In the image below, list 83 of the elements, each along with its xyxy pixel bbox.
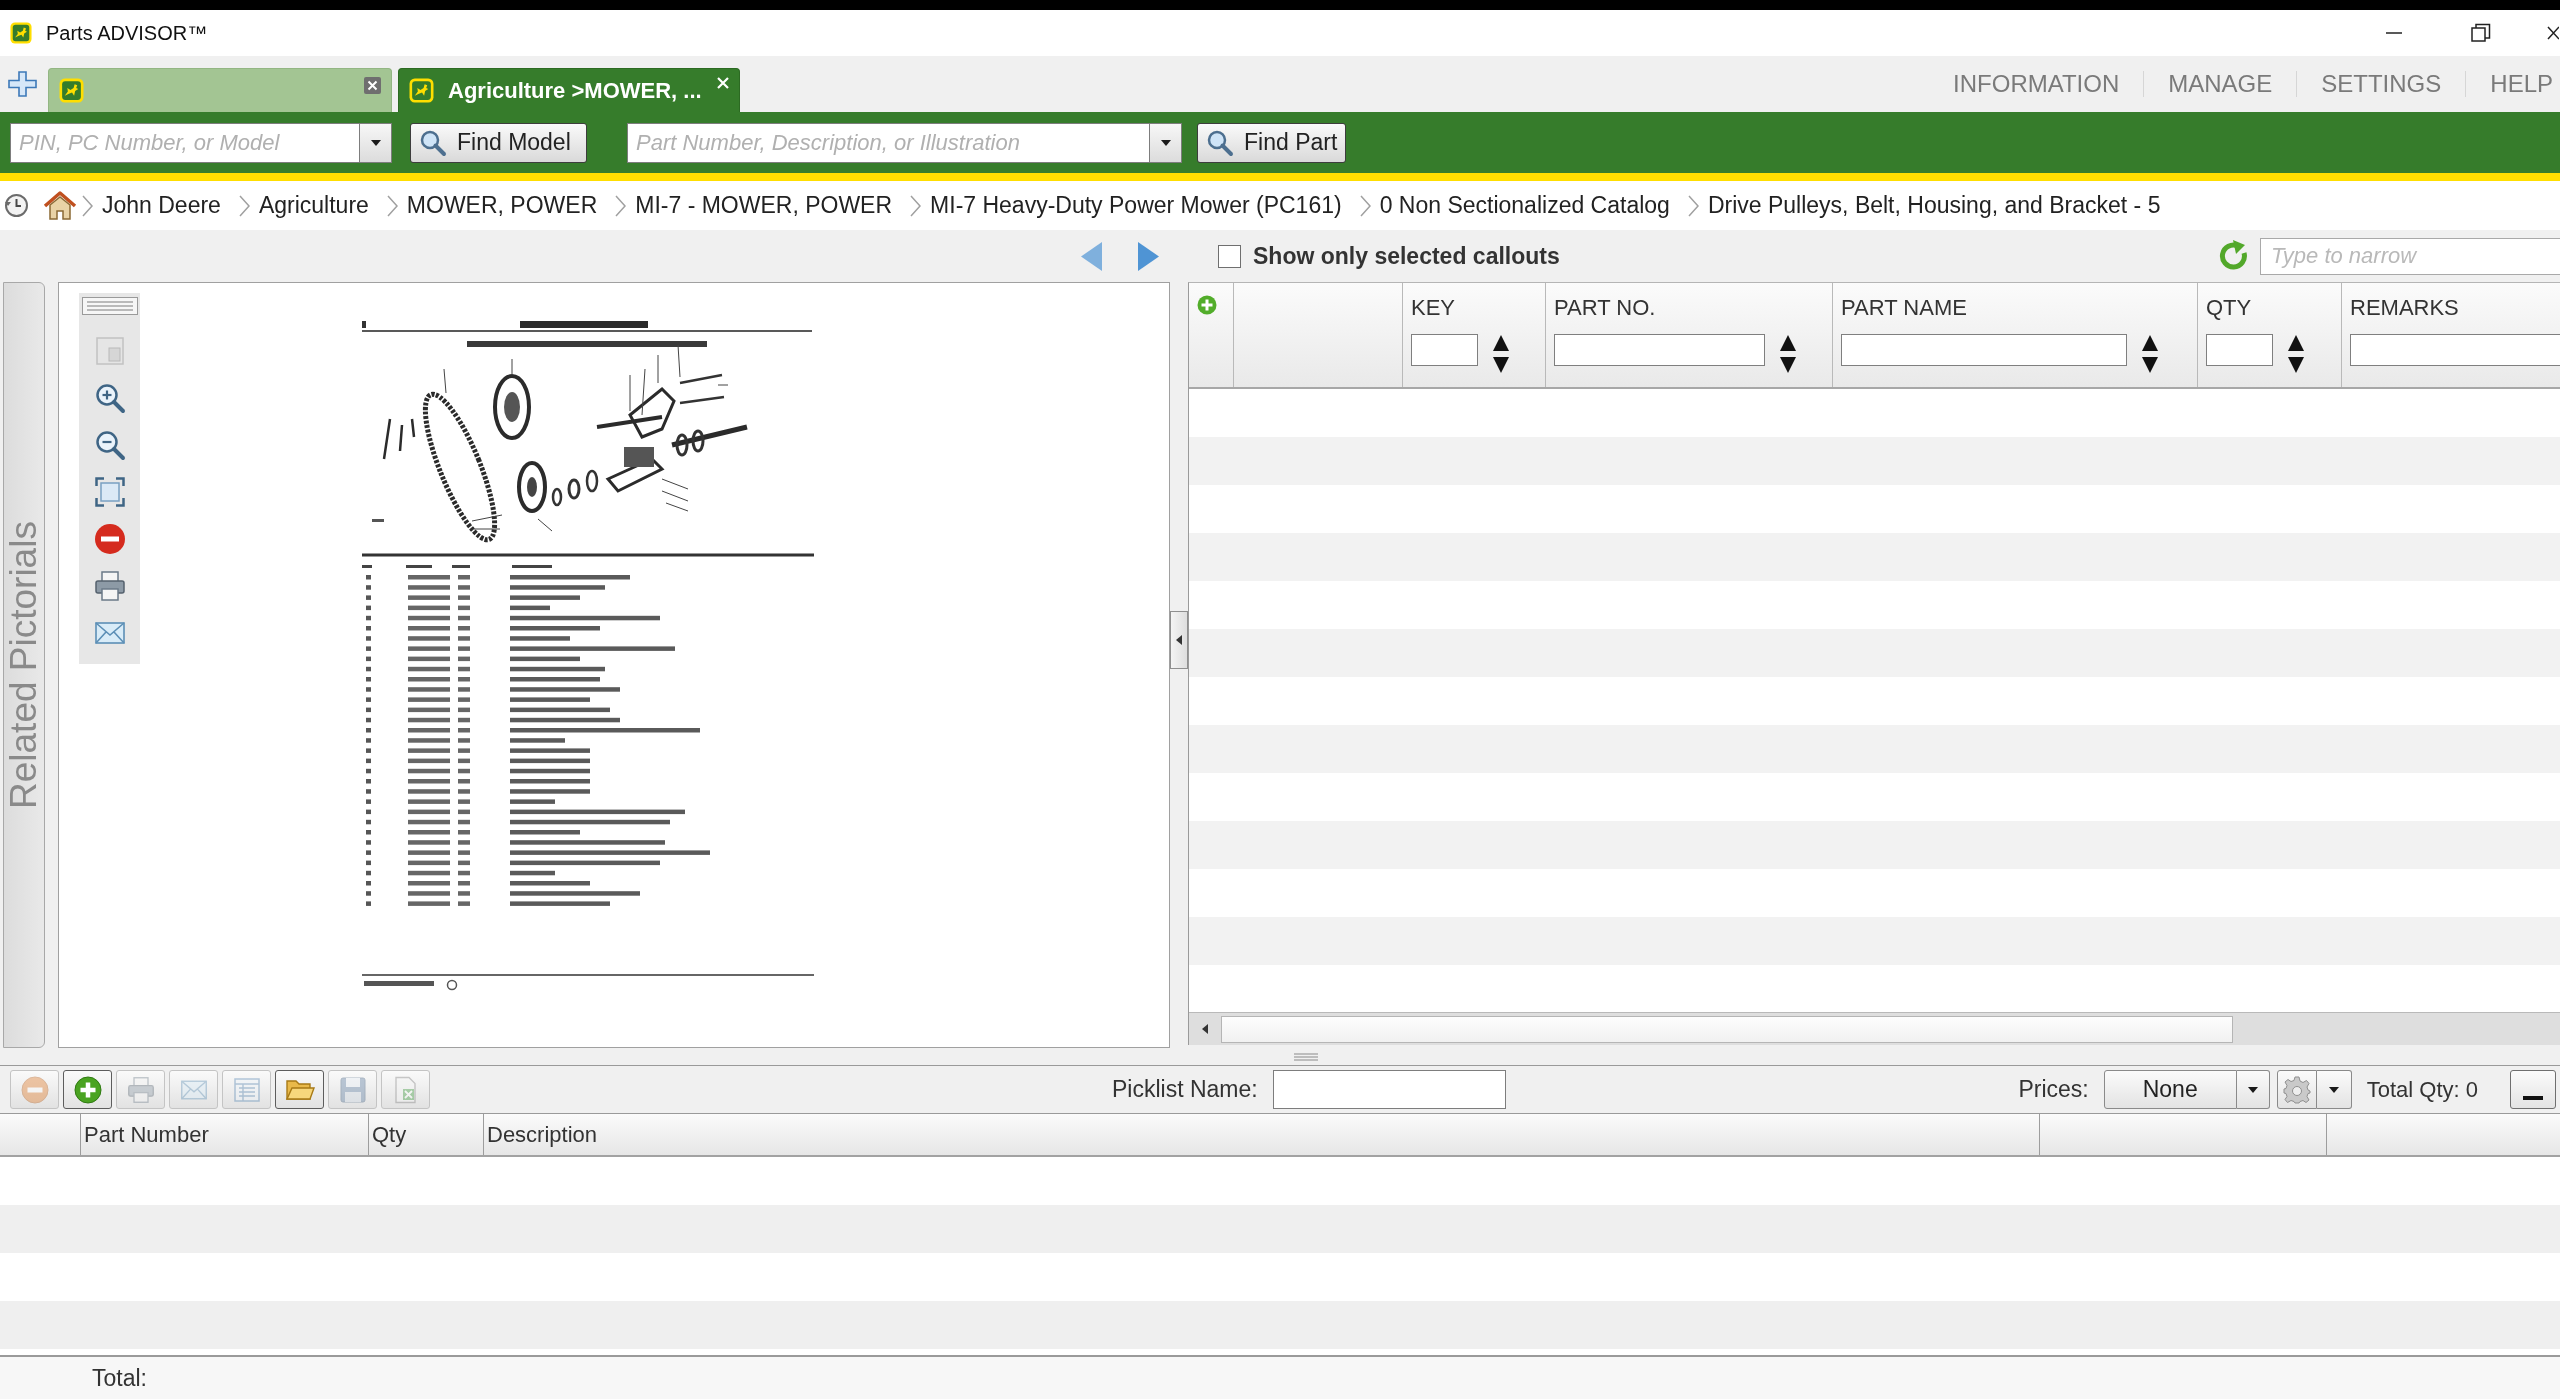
column-title[interactable]: QTY bbox=[2206, 295, 2333, 321]
collapse-handle[interactable] bbox=[1170, 611, 1188, 669]
tab[interactable]: Agriculture >MOWER, ... bbox=[398, 68, 740, 112]
minus-circle-icon[interactable] bbox=[93, 522, 126, 555]
window-title: Parts ADVISOR™ bbox=[46, 21, 208, 45]
search-icon bbox=[1206, 128, 1234, 157]
deer-logo-icon bbox=[10, 22, 32, 44]
breadcrumb-link[interactable]: MOWER, POWER bbox=[406, 192, 598, 219]
filter-field[interactable] bbox=[2350, 334, 2560, 366]
prices-dropdown[interactable]: None bbox=[2103, 1070, 2237, 1109]
column-title[interactable]: REMARKS bbox=[2350, 295, 2560, 321]
breadcrumb-link[interactable]: Agriculture bbox=[258, 192, 369, 219]
column-title[interactable]: Description bbox=[487, 1121, 598, 1148]
checkbox-label[interactable]: Show only selected callouts bbox=[1253, 242, 1560, 270]
chevron-right-icon bbox=[1687, 194, 1699, 217]
prices-label: Prices: bbox=[2018, 1076, 2089, 1103]
gear-icon bbox=[2282, 1075, 2311, 1104]
home-icon[interactable] bbox=[43, 190, 77, 221]
search-field[interactable]: PIN, PC Number, or Model bbox=[10, 122, 360, 163]
close-icon[interactable] bbox=[2547, 24, 2559, 42]
sort-arrows-icon[interactable] bbox=[1492, 334, 1510, 374]
new-tab-plus-icon[interactable] bbox=[8, 71, 37, 97]
grip-handle-icon[interactable] bbox=[81, 297, 138, 315]
toolbar-button[interactable] bbox=[63, 1070, 112, 1109]
dropdown-button[interactable] bbox=[2236, 1070, 2270, 1109]
next-arrow-icon[interactable] bbox=[1137, 240, 1160, 272]
dropdown-button[interactable] bbox=[360, 122, 392, 163]
zoom-in-icon[interactable] bbox=[93, 381, 126, 414]
sort-arrows-icon[interactable] bbox=[2287, 334, 2305, 374]
chevron-right-icon bbox=[1359, 194, 1371, 217]
picklist-name-field[interactable] bbox=[1272, 1070, 1506, 1109]
scrollbar-thumb[interactable] bbox=[1221, 1015, 2233, 1043]
find-part-button[interactable]: Find Part bbox=[1197, 122, 1346, 163]
breadcrumb-link[interactable]: John Deere bbox=[102, 192, 221, 219]
column-title[interactable]: KEY bbox=[1411, 295, 1537, 321]
search-icon bbox=[419, 128, 447, 157]
breadcrumb-link[interactable]: MI-7 Heavy-Duty Power Mower (PC161) bbox=[930, 192, 1342, 219]
column-title[interactable]: Part Number bbox=[84, 1121, 209, 1148]
chevron-right-icon bbox=[615, 194, 627, 217]
find-model-button[interactable]: Find Model bbox=[410, 122, 587, 163]
breadcrumb-link[interactable]: MI-7 - MOWER, POWER bbox=[635, 192, 893, 219]
menu-item[interactable]: SETTINGS bbox=[2297, 70, 2466, 98]
history-clock-icon[interactable] bbox=[4, 193, 29, 218]
menu-item[interactable]: MANAGE bbox=[2144, 70, 2297, 98]
breadcrumb-link[interactable]: 0 Non Sectionalized Catalog bbox=[1379, 192, 1670, 219]
printer-icon[interactable] bbox=[93, 569, 126, 602]
search-field[interactable]: Part Number, Description, or Illustration bbox=[627, 122, 1150, 163]
chevron-right-icon bbox=[238, 194, 250, 217]
plus-circle-icon[interactable] bbox=[1197, 295, 1217, 315]
tab[interactable] bbox=[48, 68, 392, 112]
dropdown-button[interactable] bbox=[2316, 1070, 2352, 1109]
picklist-name-label: Picklist Name: bbox=[1112, 1076, 1258, 1103]
chevron-right-icon bbox=[82, 194, 93, 217]
narrow-field[interactable]: Type to narrow bbox=[2260, 237, 2560, 275]
total-label: Total: bbox=[92, 1364, 147, 1392]
menu-item[interactable]: HELP bbox=[2466, 70, 2553, 98]
minimize-icon bbox=[2523, 1096, 2543, 1100]
menu-item[interactable]: INFORMATION bbox=[1929, 70, 2144, 98]
column-title[interactable]: PART NAME bbox=[1841, 295, 2189, 321]
filter-field[interactable] bbox=[2206, 334, 2273, 366]
restore-icon[interactable] bbox=[2471, 23, 2491, 43]
settings-button[interactable] bbox=[2276, 1070, 2317, 1109]
deer-logo-icon bbox=[59, 78, 84, 103]
zoom-out-icon[interactable] bbox=[93, 428, 126, 461]
minimize-panel-button[interactable] bbox=[2510, 1070, 2556, 1109]
filter-field[interactable] bbox=[1841, 334, 2127, 366]
splitter-grip-icon[interactable] bbox=[1294, 1052, 1318, 1061]
column-title[interactable]: Qty bbox=[372, 1121, 407, 1148]
deer-logo-icon bbox=[409, 78, 434, 103]
filter-field[interactable] bbox=[1554, 334, 1765, 366]
chevron-right-icon bbox=[910, 194, 922, 217]
sort-arrows-icon[interactable] bbox=[2141, 334, 2159, 374]
checkbox[interactable] bbox=[1218, 244, 1241, 268]
dropdown-button[interactable] bbox=[1150, 122, 1182, 163]
horizontal-scrollbar[interactable] bbox=[1189, 1012, 2560, 1045]
fit-to-page-icon[interactable] bbox=[94, 476, 125, 507]
sort-arrows-icon[interactable] bbox=[1779, 334, 1797, 374]
toolbar-button[interactable] bbox=[275, 1070, 324, 1109]
chevron-right-icon bbox=[386, 194, 398, 217]
breadcrumb-link[interactable]: Drive Pulleys, Belt, Housing, and Bracket - 5 bbox=[1707, 192, 2161, 219]
column-title[interactable]: PART NO. bbox=[1554, 295, 1824, 321]
filter-field[interactable] bbox=[1411, 334, 1478, 366]
total-quantity: Total Qty: 0 bbox=[2366, 1076, 2478, 1103]
